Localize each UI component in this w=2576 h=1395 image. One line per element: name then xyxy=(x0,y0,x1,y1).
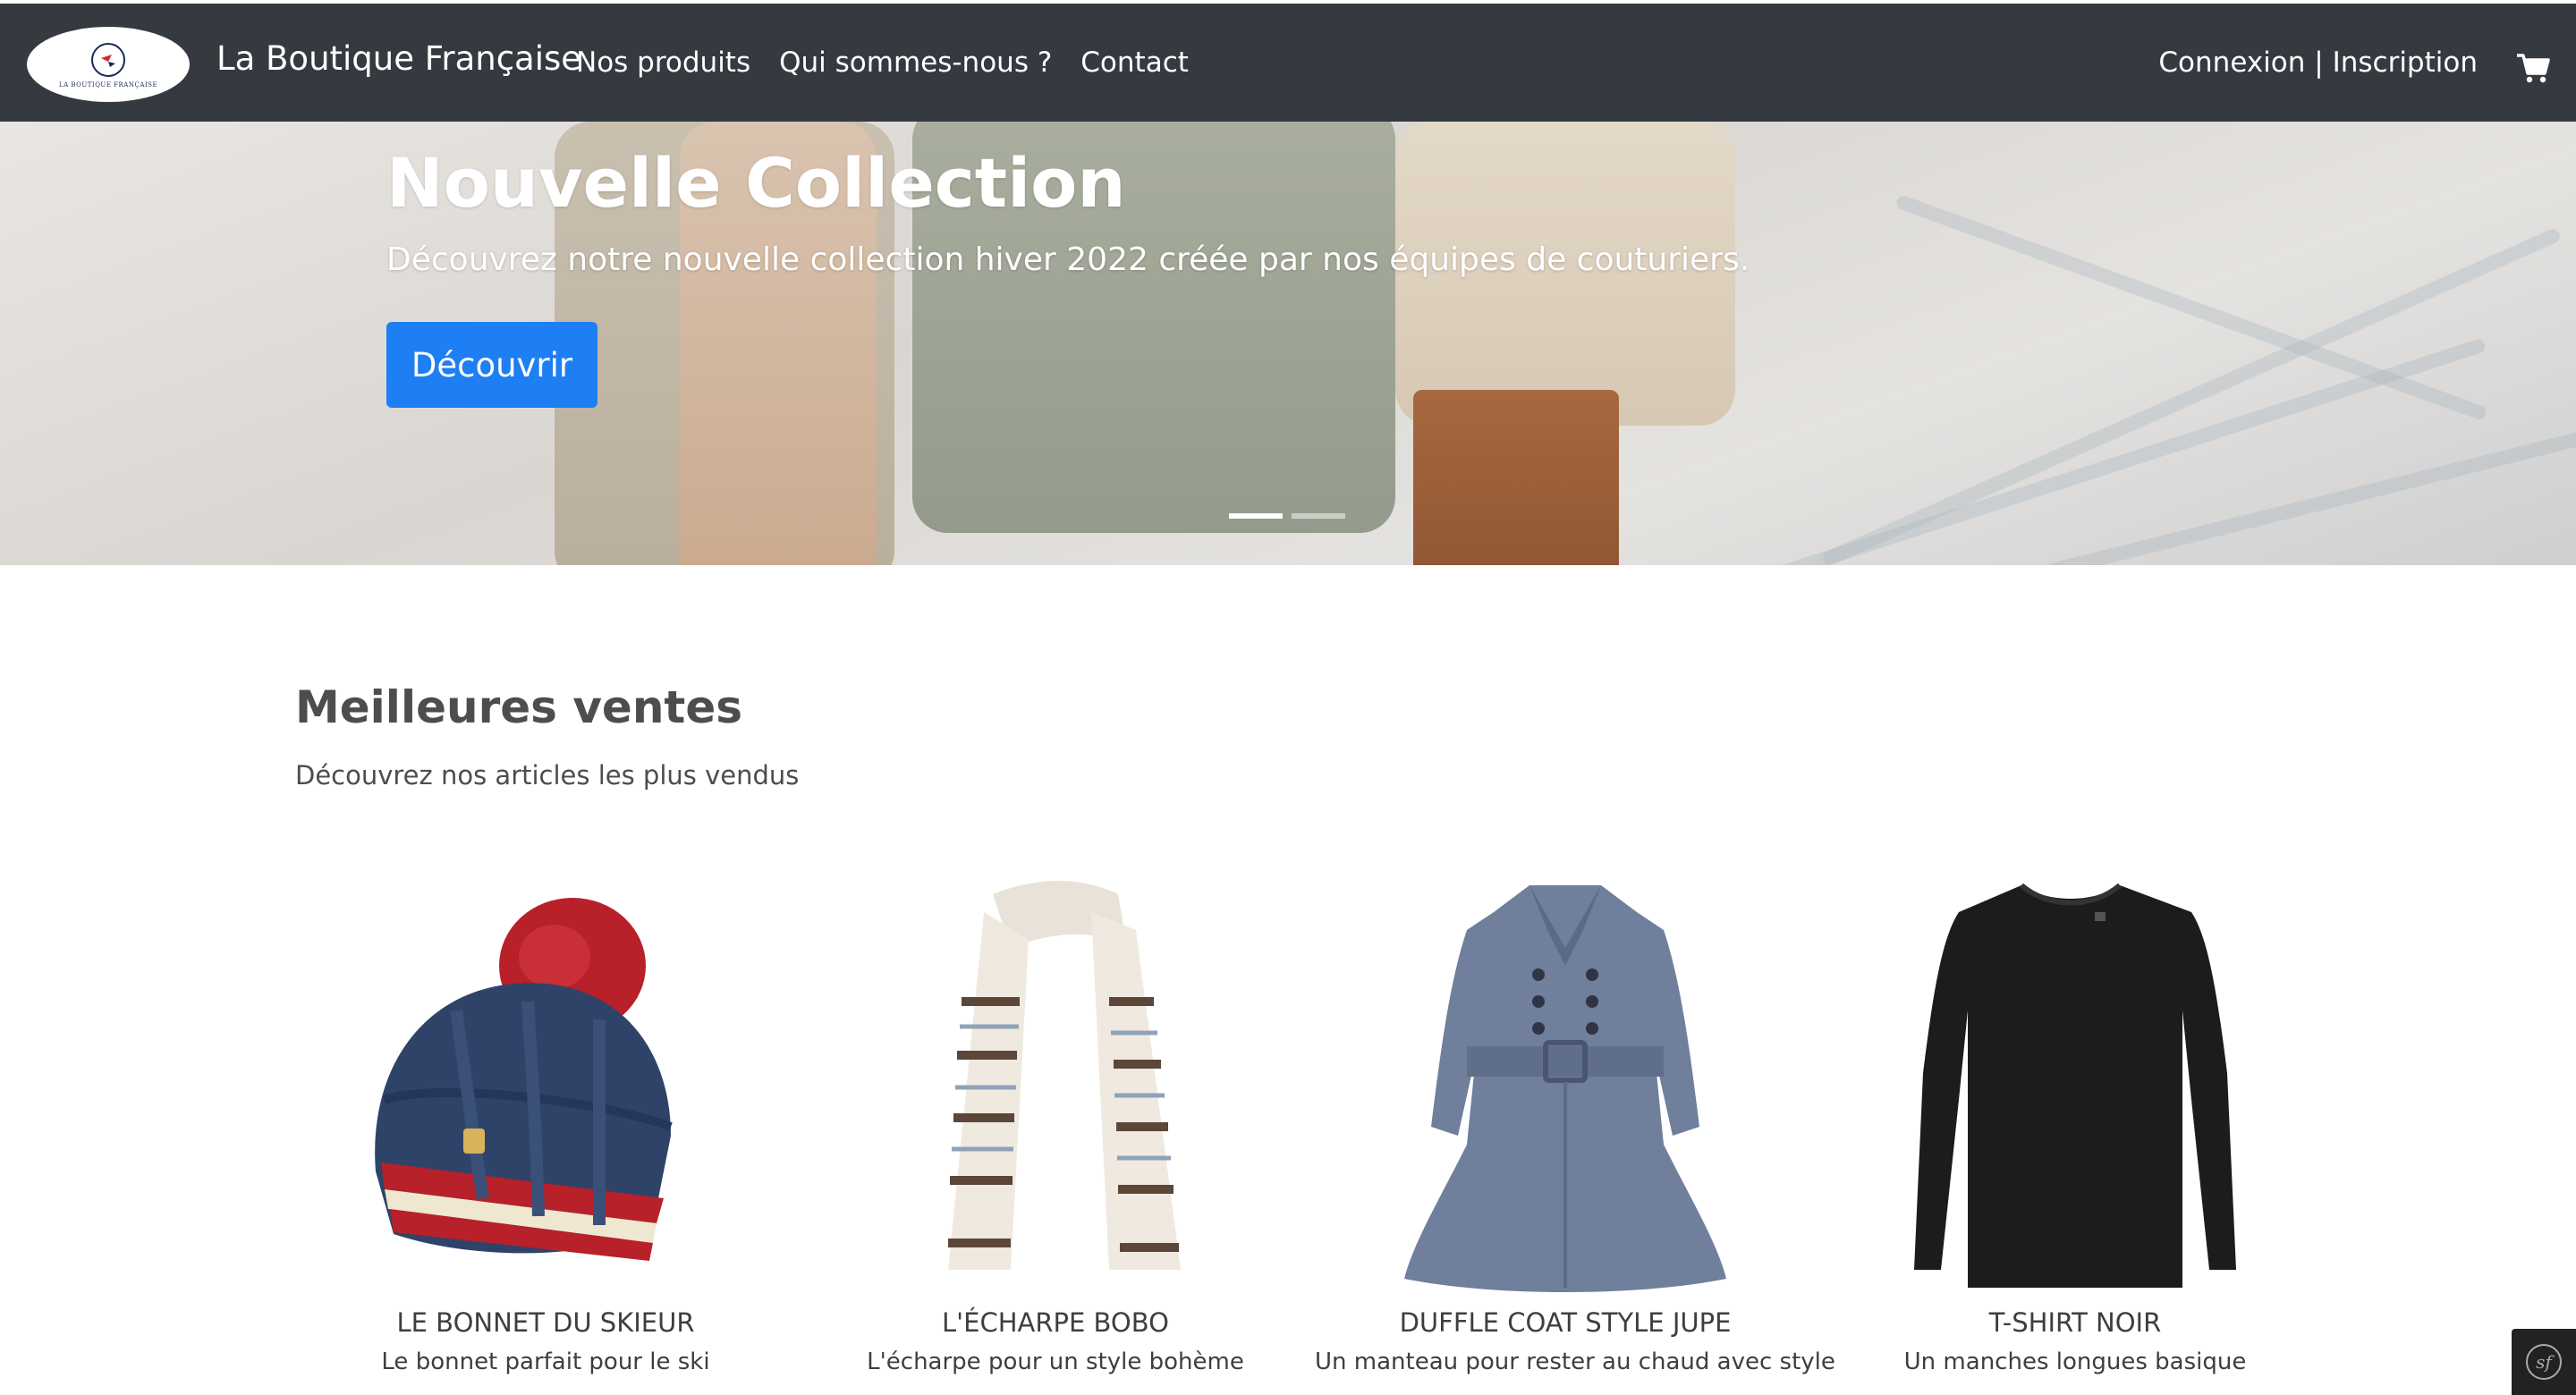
product-description: Un manches longues basique xyxy=(1903,1348,2247,1375)
hero-subtitle: Découvrez notre nouvelle collection hive… xyxy=(386,241,1750,278)
tshirt-image[interactable] xyxy=(1860,876,2290,1297)
product-name[interactable]: L'ÉCHARPE BOBO xyxy=(805,1307,1306,1338)
carousel-indicators xyxy=(1229,513,1345,519)
product-card[interactable]: L'ÉCHARPE BOBO L'écharpe pour un style b… xyxy=(805,867,1306,1395)
product-card[interactable]: T-SHIRT NOIR Un manches longues basique xyxy=(1825,867,2326,1395)
hero-carousel[interactable]: Nouvelle Collection Découvrez notre nouv… xyxy=(0,122,2576,565)
product-grid: LE BONNET DU SKIEUR Le bonnet parfait po… xyxy=(295,867,2334,1395)
cart-icon[interactable] xyxy=(2515,50,2551,86)
product-description: Le bonnet parfait pour le ski xyxy=(381,1348,710,1375)
account-separator: | xyxy=(2314,46,2324,79)
svg-text:sf: sf xyxy=(2536,1351,2555,1373)
product-card[interactable]: LE BONNET DU SKIEUR Le bonnet parfait po… xyxy=(295,867,796,1395)
coat-image[interactable] xyxy=(1351,876,1780,1297)
debug-toolbar-toggle[interactable]: sf xyxy=(2512,1329,2576,1395)
navbar: LA BOUTIQUE FRANÇAISE La Boutique França… xyxy=(0,4,2576,122)
best-sellers-title: Meilleures ventes xyxy=(295,681,742,733)
nav-link-products[interactable]: Nos produits xyxy=(576,46,750,79)
logo-mark-icon xyxy=(91,43,125,77)
scarf-image[interactable] xyxy=(841,876,1270,1297)
carousel-indicator-1[interactable] xyxy=(1229,513,1283,519)
best-sellers-subtitle: Découvrez nos articles les plus vendus xyxy=(295,760,800,790)
logo-text: LA BOUTIQUE FRANÇAISE xyxy=(58,81,158,89)
product-description: Un manteau pour rester au chaud avec sty… xyxy=(1315,1348,1835,1375)
product-description: L'écharpe pour un style bohème xyxy=(867,1348,1244,1375)
nav-link-contact[interactable]: Contact xyxy=(1080,46,1189,79)
product-name[interactable]: LE BONNET DU SKIEUR xyxy=(295,1307,796,1338)
register-link[interactable]: Inscription xyxy=(2333,46,2478,79)
carousel-indicator-2[interactable] xyxy=(1292,513,1345,519)
symfony-icon: sf xyxy=(2526,1344,2562,1380)
brand-name[interactable]: La Boutique Française xyxy=(216,39,581,78)
product-name[interactable]: T-SHIRT NOIR xyxy=(1825,1307,2326,1338)
discover-button[interactable]: Découvrir xyxy=(386,322,597,408)
beanie-image[interactable] xyxy=(331,876,760,1297)
logo[interactable]: LA BOUTIQUE FRANÇAISE xyxy=(27,27,190,102)
trousers-figure-right xyxy=(1413,390,1619,565)
login-link[interactable]: Connexion xyxy=(2158,46,2305,79)
nav-link-about[interactable]: Qui sommes-nous ? xyxy=(779,46,1052,79)
product-card[interactable]: DUFFLE COAT STYLE JUPE Un manteau pour r… xyxy=(1315,867,1835,1395)
nav-links: Nos produits Qui sommes-nous ? Contact xyxy=(576,46,1189,79)
hero-title: Nouvelle Collection xyxy=(386,143,1126,223)
product-name[interactable]: DUFFLE COAT STYLE JUPE xyxy=(1315,1307,1816,1338)
account-links: Connexion | Inscription xyxy=(2158,46,2478,79)
